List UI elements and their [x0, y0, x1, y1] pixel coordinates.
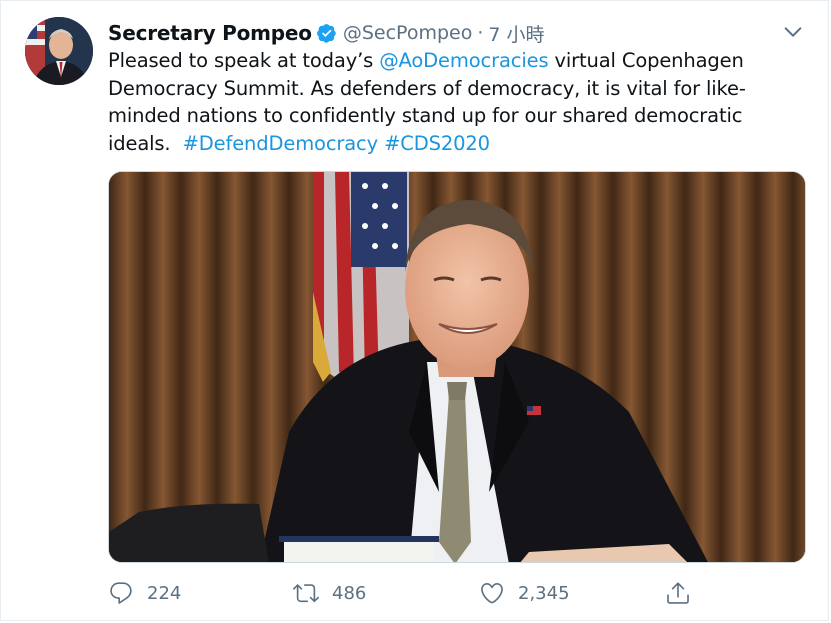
- hashtag-link[interactable]: #CDS2020: [384, 132, 490, 155]
- author-handle[interactable]: @SecPompeo: [343, 22, 472, 44]
- avatar-image: [25, 17, 93, 85]
- header-separator: ·: [477, 22, 484, 44]
- reply-icon: [110, 582, 132, 604]
- hashtag-link[interactable]: #DefendDemocracy: [183, 132, 379, 155]
- share-button[interactable]: [665, 577, 691, 609]
- retweet-button[interactable]: 486: [293, 577, 366, 609]
- tweet-timestamp[interactable]: 7 小時: [488, 20, 544, 47]
- share-icon: [667, 582, 689, 604]
- tweet-actions: 224 486 2,345: [108, 577, 708, 609]
- retweet-icon: [293, 584, 319, 603]
- author-name[interactable]: Secretary Pompeo: [108, 21, 312, 45]
- text-segment: virtual Copenhagen: [548, 49, 744, 72]
- like-count: 2,345: [518, 582, 570, 604]
- chevron-down-icon[interactable]: [782, 21, 804, 43]
- tweet-header: Secretary Pompeo @SecPompeo · 7 小時: [108, 18, 768, 48]
- tweet-text: Pleased to speak at today’s @AoDemocraci…: [108, 47, 768, 157]
- like-button[interactable]: 2,345: [479, 577, 570, 609]
- tweet-photo[interactable]: [108, 171, 806, 563]
- reply-button[interactable]: 224: [108, 577, 181, 609]
- tweet-line: minded nations to confidently stand up f…: [108, 104, 743, 127]
- tweet-line: Pleased to speak at today’s @AoDemocraci…: [108, 47, 768, 75]
- tweet-card[interactable]: Secretary Pompeo @SecPompeo · 7 小時 Pleas…: [0, 0, 829, 621]
- avatar[interactable]: [25, 17, 93, 85]
- photo-image: [109, 172, 805, 562]
- retweet-count: 486: [332, 582, 367, 604]
- text-segment: Pleased to speak at today’s: [108, 49, 380, 72]
- reply-count: 224: [147, 582, 182, 604]
- verified-badge-icon: [316, 24, 336, 43]
- tweet-line: Democracy Summit. As defenders of democr…: [108, 76, 746, 100]
- mention-link[interactable]: @AoDemocracies: [379, 49, 548, 72]
- tweet-line: ideals. #DefendDemocracy #CDS2020: [108, 130, 768, 158]
- text-segment: ideals.: [108, 131, 183, 155]
- heart-icon: [481, 582, 503, 604]
